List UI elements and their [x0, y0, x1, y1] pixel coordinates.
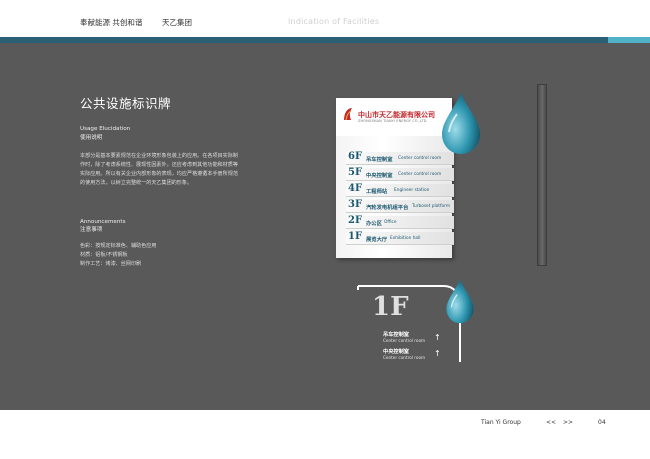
small-sign-floor: 1F [372, 292, 409, 322]
floor-plate-6f: 6F 吊车控制室 Center control room [346, 151, 454, 165]
small-water-drop-icon [446, 278, 474, 324]
page-header: 奉献能源 共创和谐 天乙集团 Indication of Facilities [0, 0, 650, 37]
water-drop-icon [442, 92, 480, 154]
arrow-up-icon: ↑ [434, 333, 441, 342]
usage-label-en: Usage Elucidation [80, 126, 131, 132]
note-color: 色彩：按规定标准色、辅助色应用 [80, 243, 157, 249]
floor-plate-3f: 3F 汽轮发电机组平台 Turboset platform [346, 199, 454, 213]
footer-group: Tian Yi Group [481, 419, 521, 426]
main-panel: 公共设施标识牌 Usage Elucidation 使用说明 本部分是基本要素规… [0, 43, 650, 410]
next-page-button[interactable]: >> [563, 419, 573, 426]
company-logo-icon [344, 108, 352, 121]
slogan: 奉献能源 共创和谐 [80, 18, 143, 27]
small-sign-item-1-en: Center control room [383, 338, 426, 343]
wall-mount-strip [537, 84, 547, 266]
announce-label-cn: 注意事项 [80, 227, 103, 233]
page-number: 04 [598, 419, 606, 426]
directory-sign: 中山市天乙能源有限公司 ZHONGSHAN TIANYI ENERGY CO.,… [336, 98, 454, 258]
floor-plate-4f: 4F 工程师站 Engineer station [346, 183, 454, 197]
page-title: 公共设施标识牌 [80, 96, 172, 111]
usage-label-cn: 使用说明 [80, 135, 103, 141]
floor-plate-5f: 5F 中央控制室 Center control room [346, 167, 454, 181]
floor-plate-1f: 1F 展览大厅 Exhibition hall [346, 231, 454, 245]
arrow-up-icon: ↑ [434, 349, 441, 358]
small-sign-item-2-en: Center control room [383, 355, 426, 360]
small-sign-item-1-cn: 吊车控制室 [383, 332, 409, 338]
prev-page-button[interactable]: << [546, 419, 556, 426]
page-footer: Tian Yi Group << >> 04 [0, 410, 650, 459]
sign-header: 中山市天乙能源有限公司 ZHONGSHAN TIANYI ENERGY CO.,… [336, 98, 452, 136]
section-subtitle: Indication of Facilities [288, 17, 380, 26]
note-process: 制作工艺：烤漆、丝网印刷 [80, 261, 142, 267]
announce-label-en: Announcements [80, 219, 126, 225]
company-name: 天乙集团 [162, 18, 192, 27]
usage-paragraph: 本部分是基本要素规范在企业环境形象包装上的应用。在各项目实际制作时，除了考虑系统… [80, 153, 238, 186]
floor-plate-2f: 2F 办公区 Office [346, 215, 454, 229]
small-sign-item-2-cn: 中央控制室 [383, 349, 409, 355]
note-material: 材质：铝板/不锈钢板 [80, 252, 128, 258]
sign-company-en: ZHONGSHAN TIANYI ENERGY CO.,LTD [358, 119, 427, 123]
